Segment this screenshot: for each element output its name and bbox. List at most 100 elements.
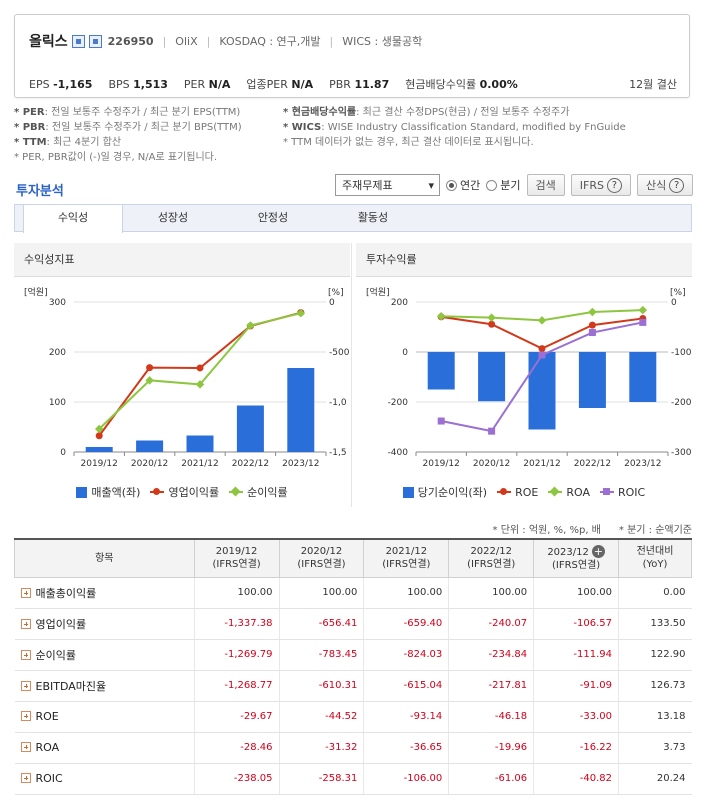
tab-stability[interactable]: 안정성 [223,205,323,231]
data-point [146,364,154,372]
table-cell: -44.52 [278,701,364,733]
bar [578,352,606,408]
row-label[interactable]: ROE [14,701,195,733]
legend-bar-swatch [402,486,414,498]
company-header: 올릭스 226950 | OliX | KOSDAQ : 연구,개발 | WIC… [14,14,690,98]
units-text: * 단위 : 억원, %, %p, 배 [492,525,601,536]
y-tick-label-left: -200 [388,398,409,408]
expand-icon[interactable] [20,649,31,660]
x-tick-label: 2019/12 [423,459,460,469]
x-tick-label: 2021/12 [181,459,218,469]
y-tick-label-left: 200 [391,298,408,308]
radio-quarter[interactable]: 분기 [486,177,521,193]
row-label[interactable]: ROIC [14,763,195,795]
statement-select[interactable]: 주재무제표 ▾ [335,174,440,196]
right-axis-unit: [%] [670,288,686,298]
panel-title: 수익성지표 [14,243,350,277]
expand-icon[interactable] [20,587,31,598]
company-en-name: OliX [175,34,198,48]
table-cell: 100.00 [363,577,449,609]
data-point [196,364,204,372]
metrics-row: EPS -1,165 BPS 1,513 PER N/A 업종PER N/A P… [29,76,677,92]
data-point [538,345,546,353]
header-year: 2020/12 (IFRS연결) [278,538,365,578]
metric-dividend-yield: 현금배당수익률 0.00% [405,78,518,91]
tab-activity[interactable]: 활동성 [323,205,423,231]
legend-line-swatch [229,486,244,497]
data-point [639,318,647,326]
select-value: 주재무제표 [342,179,393,192]
y-tick-label-left: 100 [49,398,66,408]
row-label[interactable]: 영업이익률 [14,608,195,640]
panel-title: 투자수익률 [356,243,692,277]
analysis-tabs: 수익성 성장성 안정성 활동성 [14,204,692,233]
market-info: KOSDAQ : 연구,개발 [219,35,321,48]
expand-icon[interactable] [20,773,31,783]
header-item: 항목 [14,538,195,578]
expand-icon[interactable] [20,711,31,721]
table-cell-yoy: 3.73 [618,732,692,764]
row-label[interactable]: 순이익률 [14,639,195,671]
table-cell: -217.81 [448,670,534,702]
row-label[interactable]: EBITDA마진율 [14,670,195,702]
table-cell: -19.96 [448,732,534,764]
note-line: * WICS: WISE Industry Classification Sta… [283,122,626,133]
divider: | [206,34,211,48]
search-button[interactable]: 검색 [526,174,565,196]
expand-columns-icon[interactable]: + [591,544,605,558]
table-row: 매출총이익률 100.00 100.00 100.00 100.00 100.00 0.00 [14,577,692,609]
investment-return-chart: [억원] [%] 200 0 0 -100 -200 -200 -400 -300 2019/12 2… [366,286,692,469]
x-tick-label: 2023/12 [282,459,319,469]
ir-icon[interactable] [88,34,102,48]
table-cell: -36.65 [363,732,449,764]
chart-legend: 당기순이익(좌) ROE ROA ROIC [356,484,692,500]
left-axis-unit: [억원] [366,286,390,298]
panel-divider [351,243,352,507]
table-header-row: 항목 2019/12 (IFRS연결) 2020/12 (IFRS연결) 2021/… [14,538,692,578]
header-year: 2021/12 (IFRS연결) [363,538,450,578]
metric-pbr: PBR 11.87 [329,77,390,91]
table-cell: -610.31 [278,670,364,702]
table-cell: -1,268.77 [193,670,280,702]
expand-icon[interactable] [20,680,31,691]
table-cell: -111.94 [533,639,619,671]
x-tick-label: 2020/12 [131,459,168,469]
table-cell: -656.41 [278,608,364,640]
formula-button[interactable]: 산식? [636,174,694,196]
legend-line-swatch [150,488,165,495]
radio-unchecked-icon [486,179,498,191]
legend-item: ROE [497,484,538,500]
legend-item: 매출액(좌) [76,484,140,500]
legend-line-swatch [497,488,512,495]
expand-icon[interactable] [20,742,31,752]
bar [186,435,214,452]
tab-profitability[interactable]: 수익성 [23,204,123,233]
data-point [487,313,496,322]
expand-icon[interactable] [20,618,31,629]
legend-item: 순이익률 [229,484,288,500]
legend-line-swatch [599,488,614,495]
company-name: 올릭스 [29,34,68,50]
profitability-table: 항목 2019/12 (IFRS연결) 2020/12 (IFRS연결) 2021/… [14,538,692,795]
formula-label: 산식 [645,179,667,192]
tab-growth[interactable]: 성장성 [123,205,223,231]
table-cell: -61.06 [448,763,534,795]
data-point [638,305,648,315]
row-label[interactable]: ROA [14,732,195,764]
table-cell-yoy: 20.24 [618,763,692,795]
help-icon: ? [669,177,685,193]
table-cell: -234.84 [448,639,534,671]
wics-info: WICS : 생물공학 [342,35,423,48]
header-year: 2019/12 (IFRS연결) [193,538,280,578]
bar [629,352,657,402]
note-line: * PBR: 전일 보통주 수정주가 / 최근 분기 BPS(TTM) [14,122,242,133]
row-label[interactable]: 매출총이익률 [14,577,195,609]
radio-annual[interactable]: 연간 [446,177,480,193]
bar [236,405,264,452]
home-icon[interactable] [71,34,85,48]
table-cell: -29.67 [193,701,280,733]
profitability-chart: [억원] [%] 300 0 200 -500 100 -1,0 0 -1,5 2019/12 202… [24,286,350,469]
table-cell: -824.03 [363,639,449,671]
data-point [488,427,496,435]
ifrs-button[interactable]: IFRS? [570,174,631,196]
